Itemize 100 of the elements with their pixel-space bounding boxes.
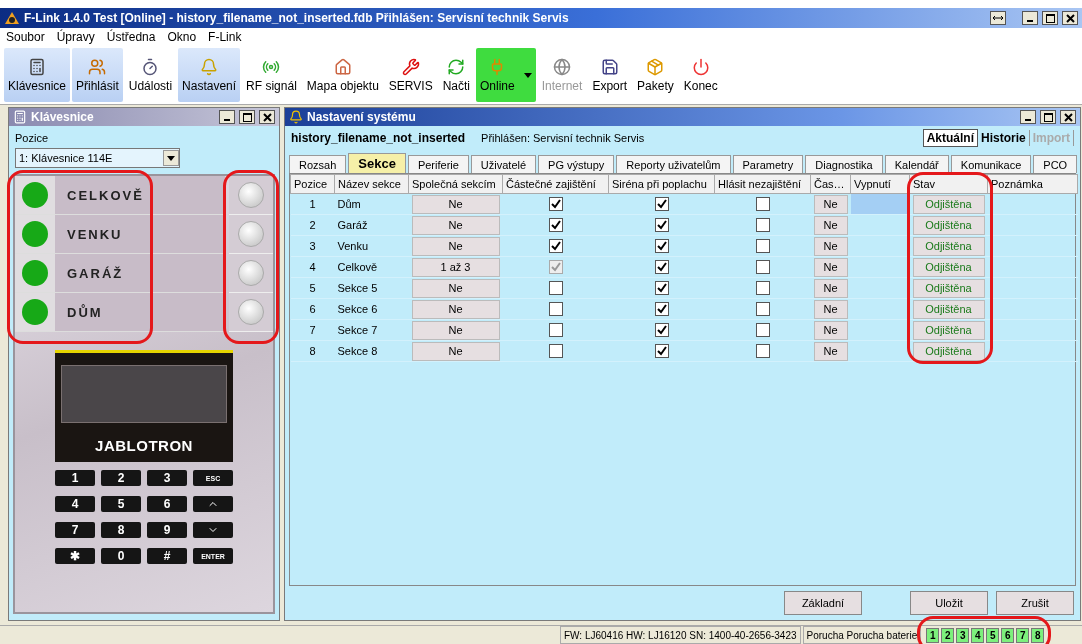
cell-button[interactable]: Ne [411, 341, 500, 361]
cell-button[interactable]: Ne [813, 236, 848, 256]
tab[interactable]: PG výstupy [538, 155, 615, 173]
dialog-button[interactable]: Uložit [910, 591, 988, 615]
checkbox[interactable] [654, 281, 669, 296]
cell-button[interactable]: Ne [411, 236, 500, 256]
maximize-button[interactable] [239, 110, 255, 124]
keypad-key[interactable]: 0 [101, 548, 141, 564]
menu-item[interactable]: Okno [167, 30, 197, 44]
minimize-button[interactable] [1020, 110, 1036, 124]
cell-button[interactable]: Ne [411, 299, 500, 319]
checkbox[interactable] [755, 281, 770, 296]
column-header[interactable]: Hlásit nezajištění [714, 174, 811, 194]
checkbox[interactable] [755, 197, 770, 212]
maximize-button[interactable] [1040, 110, 1056, 124]
checkbox[interactable] [548, 281, 563, 296]
keypad-key[interactable]: 3 [147, 470, 187, 486]
cell-button[interactable]: Odjištěna [912, 194, 985, 214]
toolbar-button[interactable]: Klávesnice [4, 48, 71, 102]
checkbox[interactable] [755, 323, 770, 338]
cell-button[interactable]: Ne [813, 257, 848, 277]
tab[interactable]: Reporty uživatelům [616, 155, 731, 173]
checkbox[interactable] [548, 302, 563, 317]
tab[interactable]: PCO [1033, 155, 1078, 173]
toolbar-button[interactable]: Události [124, 48, 177, 102]
toolbar-button[interactable]: SERVIS [384, 48, 437, 102]
menu-item[interactable]: Soubor [6, 30, 45, 44]
minimize-button[interactable] [219, 110, 235, 124]
tab[interactable]: Kalendář [884, 155, 949, 173]
tab[interactable]: Rozsah [289, 155, 347, 173]
keypad-key[interactable]: # [147, 548, 187, 564]
cell-button[interactable]: Ne [411, 215, 500, 235]
keypad-key[interactable]: 4 [55, 496, 95, 512]
checkbox[interactable] [548, 239, 563, 254]
cell-button[interactable]: Odjištěna [912, 320, 985, 340]
column-header[interactable]: Částečné zajištění [502, 174, 609, 194]
resize-button[interactable] [990, 11, 1006, 25]
tab[interactable]: Sekce [348, 153, 406, 173]
checkbox[interactable] [548, 344, 563, 359]
cell-button[interactable]: Ne [813, 320, 848, 340]
cell-button[interactable]: Ne [813, 341, 848, 361]
close-button[interactable] [1062, 11, 1078, 25]
tab[interactable]: Uživatelé [470, 155, 537, 173]
tab[interactable]: Parametry [732, 155, 804, 173]
keypad-key[interactable]: 6 [147, 496, 187, 512]
down-key[interactable] [193, 522, 233, 538]
close-button[interactable] [1060, 110, 1076, 124]
cell-button[interactable]: Ne [813, 299, 848, 319]
menu-item[interactable]: F-Link [208, 30, 242, 44]
keypad-key[interactable]: 9 [147, 522, 187, 538]
checkbox[interactable] [654, 197, 669, 212]
toolbar-button[interactable]: Mapa objektu [302, 48, 383, 102]
checkbox[interactable] [654, 323, 669, 338]
tab[interactable]: Periferie [407, 155, 469, 173]
checkbox[interactable] [654, 260, 669, 275]
tab[interactable]: Diagnostika [805, 155, 883, 173]
toolbar-button[interactable]: Pakety [633, 48, 678, 102]
keypad-key[interactable]: 1 [55, 470, 95, 486]
checkbox[interactable] [755, 302, 770, 317]
cell-button[interactable]: Ne [813, 215, 848, 235]
toolbar-button[interactable]: Online [476, 48, 536, 102]
cell-button[interactable]: Odjištěna [912, 215, 985, 235]
cell-button[interactable]: Ne [411, 194, 500, 214]
checkbox[interactable] [755, 239, 770, 254]
dropdown-button[interactable] [163, 150, 179, 166]
keypad-key[interactable]: ✱ [55, 548, 95, 564]
view-tab[interactable]: Aktuální [922, 129, 978, 147]
cell-button[interactable]: Ne [411, 278, 500, 298]
dialog-button[interactable]: Zrušit [996, 591, 1074, 615]
caret-icon[interactable] [523, 72, 532, 78]
column-header[interactable]: Společná sekcím [408, 174, 503, 194]
toolbar-button[interactable]: Nastavení [178, 48, 241, 102]
cell-button[interactable]: Odjištěna [912, 278, 985, 298]
keypad-key[interactable]: 5 [101, 496, 141, 512]
cell-button[interactable]: 1 až 3 [411, 257, 500, 277]
column-header[interactable]: Pozice [290, 174, 335, 194]
checkbox[interactable] [654, 218, 669, 233]
checkbox[interactable] [654, 344, 669, 359]
minimize-button[interactable] [1022, 11, 1038, 25]
toolbar-button[interactable]: Přihlásit [72, 48, 123, 102]
menu-item[interactable]: Ústředna [106, 30, 156, 44]
keypad-key[interactable]: 2 [101, 470, 141, 486]
close-button[interactable] [259, 110, 275, 124]
toolbar-button[interactable]: Konec [679, 48, 722, 102]
maximize-button[interactable] [1042, 11, 1058, 25]
view-tab[interactable]: Historie [977, 130, 1030, 146]
checkbox[interactable] [755, 218, 770, 233]
keypad-key[interactable]: 7 [55, 522, 95, 538]
checkbox[interactable] [755, 344, 770, 359]
dialog-button[interactable]: Základní [784, 591, 862, 615]
checkbox[interactable] [654, 302, 669, 317]
column-header[interactable]: Název sekce [334, 174, 409, 194]
column-header[interactable]: Čas… [810, 174, 851, 194]
toolbar-button[interactable]: Načti [438, 48, 474, 102]
position-dropdown[interactable]: 1: Klávesnice 114E [15, 148, 180, 168]
checkbox[interactable] [548, 218, 563, 233]
cell-button[interactable]: Ne [813, 194, 848, 214]
checkbox[interactable] [755, 260, 770, 275]
up-key[interactable] [193, 496, 233, 512]
toolbar-button[interactable]: Export [588, 48, 632, 102]
